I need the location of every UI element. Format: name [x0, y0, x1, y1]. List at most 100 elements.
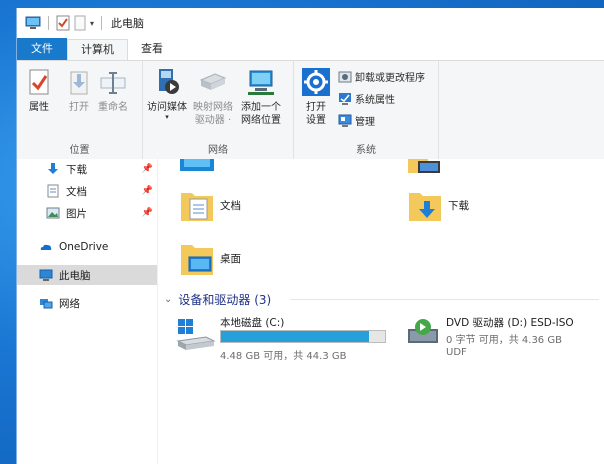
nav-item-documents[interactable]: 文档 📌 [17, 181, 157, 201]
uninstall-program-button[interactable]: 卸载或更改程序 [338, 69, 425, 84]
download-arrow-icon [48, 163, 58, 174]
devices-heading: 设备和驱动器 (3) [178, 293, 272, 307]
navigation-pane: 下载 📌 文档 📌 图片 📌 OneDrive 此电脑 网络 [17, 159, 158, 464]
pin-icon[interactable]: 📌 [142, 186, 153, 196]
open-settings-label-2: 设置 [306, 115, 326, 126]
nav-item-label: 图片 [66, 207, 87, 220]
open-settings-label-1: 打开 [306, 102, 326, 113]
title-bar: ▾ 此电脑 [17, 8, 604, 38]
folder-documents[interactable]: 文档 [180, 187, 241, 223]
map-drive-label-1: 映射网络 [193, 102, 233, 113]
file-explorer-window: ▾ 此电脑 文件 计算机 查看 属性 打开 重命名 位置 访问媒体 ▾ 映射网络… [16, 8, 604, 464]
settings-gear-icon [302, 68, 330, 96]
downloads-folder-icon [409, 193, 441, 221]
properties-label: 属性 [29, 102, 49, 113]
drive-c-detail: 4.48 GB 可用，共 44.3 GB [220, 351, 347, 362]
ribbon-group-location: 属性 打开 重命名 位置 [17, 61, 143, 159]
ribbon: 属性 打开 重命名 位置 访问媒体 ▾ 映射网络 驱动器 · 添加一个 网络位置… [17, 60, 604, 160]
collapse-chevron-icon[interactable]: ⌄ [164, 294, 172, 305]
this-pc-icon [39, 269, 53, 281]
ribbon-tabs: 文件 计算机 查看 [17, 38, 604, 60]
ribbon-group-network: 访问媒体 ▾ 映射网络 驱动器 · 添加一个 网络位置 网络 [143, 61, 294, 159]
open-button[interactable]: 打开 [63, 66, 95, 114]
folder-label: 下载 [448, 199, 469, 212]
folder-label: 桌面 [220, 252, 241, 265]
access-media-button[interactable]: 访问媒体 ▾ [147, 66, 187, 121]
drive-d[interactable]: DVD 驱动器 (D:) ESD-ISO 0 字节 可用，共 4.36 GB U… [406, 315, 596, 365]
devices-section-header[interactable]: ⌄ 设备和驱动器 (3) [164, 291, 271, 308]
manage-button[interactable]: 管理 [338, 113, 375, 128]
open-label: 打开 [69, 102, 89, 113]
folder-downloads[interactable]: 下载 [408, 187, 469, 223]
windows-drive-icon [176, 319, 216, 350]
nav-item-label: 下载 [66, 163, 87, 176]
drive-d-name: DVD 驱动器 (D:) ESD-ISO [446, 317, 574, 329]
onedrive-cloud-icon [40, 244, 52, 250]
group-label-system: 系统 [356, 145, 376, 156]
folder-label: 文档 [220, 199, 241, 212]
tab-computer[interactable]: 计算机 [67, 39, 128, 60]
nav-item-network[interactable]: 网络 [17, 293, 157, 313]
add-location-label-2: 网络位置 [241, 115, 281, 126]
manage-icon [338, 114, 352, 127]
manage-label: 管理 [355, 117, 375, 128]
rename-icon [100, 72, 126, 94]
nav-item-pictures[interactable]: 图片 📌 [17, 203, 157, 223]
content-area: 文档 下载 桌面 ⌄ 设备和驱动器 (3) 本地磁盘 (C:) 4.48 GB … [158, 159, 604, 464]
drive-d-filesystem: UDF [446, 347, 467, 358]
folder-desktop[interactable]: 桌面 [180, 239, 241, 277]
ribbon-group-system: 打开 设置 卸载或更改程序 系统属性 管理 系统 [294, 61, 439, 159]
access-media-dropdown-icon: ▾ [165, 113, 169, 121]
documents-icon [47, 184, 59, 198]
system-properties-button[interactable]: 系统属性 [338, 91, 395, 106]
uninstall-label: 卸载或更改程序 [355, 73, 425, 84]
customize-toolbar-chevron-icon[interactable]: ▾ [90, 19, 94, 28]
folder-icon-partial [180, 159, 214, 171]
properties-icon [29, 69, 49, 95]
nav-item-label: 此电脑 [59, 269, 91, 282]
add-network-location-button[interactable]: 添加一个 网络位置 [241, 66, 281, 127]
system-properties-icon [339, 92, 351, 105]
map-drive-label-2: 驱动器 · [194, 115, 232, 126]
pin-icon[interactable]: 📌 [142, 208, 153, 218]
drive-c[interactable]: 本地磁盘 (C:) 4.48 GB 可用，共 44.3 GB [176, 315, 396, 365]
access-media-icon [159, 69, 179, 94]
system-properties-label: 系统属性 [355, 95, 395, 106]
drive-c-name: 本地磁盘 (C:) [220, 317, 285, 329]
dvd-drive-icon [408, 319, 438, 343]
network-icon [40, 299, 53, 309]
toolbar-divider [48, 16, 49, 30]
rename-label: 重命名 [98, 102, 128, 113]
toolbar-divider [101, 16, 103, 30]
documents-folder-icon [181, 193, 213, 221]
quick-access-toolbar: ▾ [17, 15, 105, 31]
add-location-label-1: 添加一个 [241, 102, 281, 113]
tab-file[interactable]: 文件 [17, 38, 67, 60]
map-network-drive-button[interactable]: 映射网络 驱动器 · [193, 66, 233, 127]
group-label-location: 位置 [69, 145, 90, 156]
pictures-icon [46, 207, 60, 219]
nav-item-label: OneDrive [59, 241, 109, 253]
drive-c-usage-bar [220, 330, 386, 343]
tab-view[interactable]: 查看 [128, 38, 176, 60]
drive-d-detail: 0 字节 可用，共 4.36 GB [446, 335, 562, 346]
nav-item-this-pc[interactable]: 此电脑 [17, 265, 157, 285]
rename-button[interactable]: 重命名 [97, 66, 129, 114]
group-label-network: 网络 [208, 145, 228, 156]
section-divider [290, 299, 599, 300]
pin-icon[interactable]: 📌 [142, 164, 153, 174]
properties-checkmark-icon[interactable] [56, 15, 70, 31]
properties-button[interactable]: 属性 [23, 66, 55, 114]
uninstall-icon [338, 71, 352, 82]
video-folder-icon-partial [408, 159, 440, 173]
open-icon [70, 71, 88, 95]
window-title: 此电脑 [111, 17, 145, 30]
nav-item-label: 文档 [66, 185, 87, 198]
drive-c-usage-fill [221, 331, 369, 342]
nav-item-onedrive[interactable]: OneDrive [17, 237, 157, 257]
this-pc-icon[interactable] [25, 16, 41, 30]
new-folder-icon[interactable] [74, 15, 86, 31]
nav-item-downloads[interactable]: 下载 📌 [17, 159, 157, 179]
nav-item-label: 网络 [59, 297, 80, 310]
open-settings-button[interactable]: 打开 设置 [300, 66, 332, 127]
